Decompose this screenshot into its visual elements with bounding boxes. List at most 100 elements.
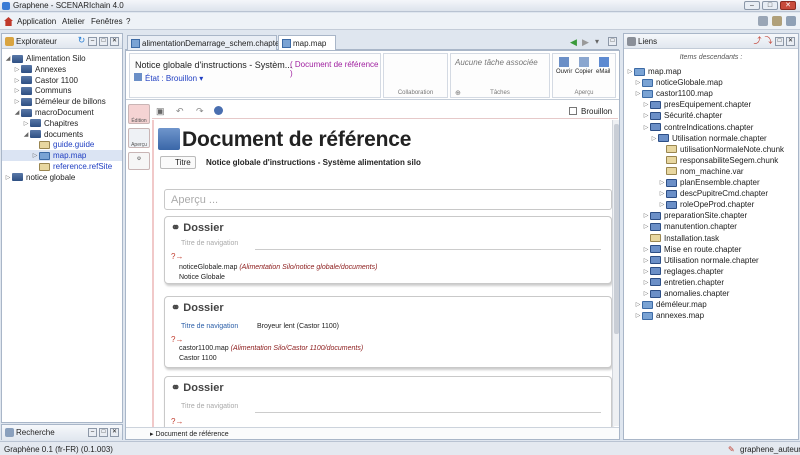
reference-link[interactable]: castor1100.map (Alimentation Silo/Castor… — [179, 345, 363, 352]
expand-toggle-icon[interactable]: ◢ — [13, 109, 21, 116]
link-in-icon[interactable]: ⤵ — [764, 37, 773, 46]
expand-toggle-icon[interactable]: ▷ — [634, 312, 642, 319]
links-item[interactable]: ▷ annexes.map — [634, 310, 704, 321]
expand-toggle-icon[interactable]: ▷ — [626, 68, 634, 75]
links-item[interactable]: ▷ map.map — [626, 66, 682, 77]
links-item[interactable]: ▷ castor1100.map — [634, 88, 713, 99]
expand-toggle-icon[interactable]: ▷ — [31, 152, 39, 159]
nav-title-value[interactable]: Broyeur lent (Castor 1100) — [257, 323, 339, 330]
home-icon[interactable] — [4, 17, 13, 26]
links-item[interactable]: ▷ déméleur.map — [634, 299, 707, 310]
explorer-item[interactable]: ▷ Chapitres — [22, 118, 79, 129]
maximize-button[interactable]: □ — [762, 1, 778, 10]
expand-toggle-icon[interactable]: ◢ — [22, 131, 30, 138]
links-item[interactable]: nom_machine.var — [658, 166, 744, 177]
panel-minimize-button[interactable]: – — [88, 37, 97, 46]
expand-toggle-icon[interactable]: ▷ — [658, 201, 666, 208]
expand-toggle-icon[interactable]: ▷ — [642, 257, 650, 264]
tab-alimentation-demarrage[interactable]: alimentationDemarrage_schem.chapter — [127, 35, 282, 50]
menu-application[interactable]: Application — [17, 17, 56, 26]
search-minimize-button[interactable]: – — [88, 428, 97, 437]
menu-fenetres[interactable]: Fenêtres — [91, 17, 123, 26]
explorer-item[interactable]: ◢ documents — [22, 129, 83, 140]
expand-toggle-icon[interactable]: ▷ — [642, 223, 650, 230]
explorer-item[interactable]: reference.refSite — [31, 161, 112, 172]
links-item[interactable]: ▷ noticeGlobale.map — [634, 77, 723, 88]
links-item[interactable]: Installation.task — [642, 233, 719, 244]
expand-toggle-icon[interactable]: ▷ — [634, 301, 642, 308]
settings-mode-button[interactable]: ⚙ — [128, 152, 150, 170]
expand-toggle-icon[interactable]: ▷ — [658, 190, 666, 197]
breadcrumb-item[interactable]: Document de référence — [155, 431, 228, 438]
explorer-item[interactable]: ▷ notice globale — [4, 172, 76, 183]
links-item[interactable]: ▷ planEnsemble.chapter — [658, 177, 760, 188]
open-button[interactable]: Ouvrir — [556, 69, 572, 75]
explorer-item[interactable]: ◢ Alimentation Silo — [4, 53, 86, 64]
back-arrow-icon[interactable]: ◀ — [570, 37, 577, 48]
minimize-button[interactable]: – — [744, 1, 760, 10]
expand-toggle-icon[interactable]: ▷ — [642, 268, 650, 275]
forward-arrow-icon[interactable]: ▶ — [582, 37, 589, 48]
apercu-field[interactable]: Aperçu ... — [164, 189, 612, 210]
explorer-item[interactable]: ▷ Déméleur de billons — [13, 96, 106, 107]
state-dropdown[interactable]: État : Brouillon ▾ — [145, 74, 203, 83]
expand-toggle-icon[interactable]: ▷ — [642, 246, 650, 253]
explorer-item[interactable]: ▷ Castor 1100 — [13, 75, 78, 86]
search-maximize-button[interactable]: □ — [99, 428, 108, 437]
email-icon[interactable] — [599, 57, 609, 67]
edition-mode-button[interactable]: Édition — [128, 104, 150, 124]
expand-toggle-icon[interactable]: ◢ — [4, 55, 12, 62]
scrollbar-thumb[interactable] — [614, 124, 619, 334]
expand-toggle-icon[interactable]: ▷ — [13, 66, 21, 73]
reference-link[interactable]: noticeGlobale.map (Alimentation Silo/not… — [179, 264, 377, 271]
settings-icon[interactable] — [758, 16, 768, 26]
nav-title-input[interactable] — [255, 412, 601, 413]
expand-toggle-icon[interactable]: ▷ — [642, 279, 650, 286]
links-item[interactable]: ▷ descPupitreCmd.chapter — [658, 188, 768, 199]
close-window-button[interactable]: ✕ — [780, 1, 796, 10]
expand-toggle-icon[interactable]: ▷ — [13, 87, 21, 94]
documents-icon[interactable] — [772, 16, 782, 26]
explorer-item[interactable]: guide.guide — [31, 139, 94, 150]
explorer-item[interactable]: ▷ Annexes — [13, 64, 66, 75]
save-icon[interactable]: ▣ — [156, 106, 165, 117]
tab-list-icon[interactable]: ▾ — [595, 37, 599, 46]
nav-title-input[interactable] — [255, 249, 601, 250]
explorer-item[interactable]: ▷ Communs — [13, 85, 72, 96]
titre-value[interactable]: Notice globale d'instructions - Système … — [206, 158, 421, 167]
links-close-button[interactable]: ✕ — [786, 37, 795, 46]
tab-map-map[interactable]: map.map — [278, 35, 336, 50]
editor-maximize-button[interactable]: □ — [608, 37, 617, 46]
expand-toggle-icon[interactable]: ▷ — [22, 120, 30, 127]
links-item[interactable]: ▷ reglages.chapter — [642, 266, 724, 277]
links-item[interactable]: ▷ entretien.chapter — [642, 277, 724, 288]
document-scrollbar[interactable] — [612, 120, 619, 426]
links-item[interactable]: ▷ anomalies.chapter — [642, 288, 730, 299]
expand-toggle-icon[interactable]: ▷ — [634, 90, 642, 97]
menu-atelier[interactable]: Atelier — [62, 17, 85, 26]
links-item[interactable]: ▷ manutention.chapter — [642, 221, 737, 232]
explorer-item[interactable]: ▷ map.map — [2, 150, 122, 162]
tools-icon[interactable] — [786, 16, 796, 26]
links-item[interactable]: responsabiliteSegem.chunk — [658, 155, 778, 166]
apercu-mode-button[interactable]: Aperçu — [128, 128, 150, 148]
expand-toggle-icon[interactable]: ▷ — [642, 101, 650, 108]
open-icon[interactable] — [559, 57, 569, 67]
links-item[interactable]: ▷ Utilisation normale.chapter — [642, 255, 759, 266]
expand-toggle-icon[interactable]: ▷ — [4, 174, 12, 181]
search-close-button[interactable]: ✕ — [110, 428, 119, 437]
menu-help[interactable]: ? — [126, 17, 130, 26]
links-item[interactable]: ▷ Mise en route.chapter — [642, 244, 742, 255]
panel-close-button[interactable]: ✕ — [110, 37, 119, 46]
undo-icon[interactable]: ↶ — [176, 106, 184, 117]
expand-toggle-icon[interactable]: ▷ — [658, 179, 666, 186]
panel-maximize-button[interactable]: □ — [99, 37, 108, 46]
link-out-icon[interactable]: ⤴ — [753, 37, 762, 46]
redo-icon[interactable]: ↷ — [196, 106, 204, 117]
email-button[interactable]: eMail — [596, 69, 610, 75]
expand-toggle-icon[interactable]: ▷ — [13, 98, 21, 105]
expand-toggle-icon[interactable]: ▷ — [642, 290, 650, 297]
links-maximize-button[interactable]: □ — [775, 37, 784, 46]
copy-button[interactable]: Copier — [575, 69, 593, 75]
expand-toggle-icon[interactable]: ▷ — [642, 124, 650, 131]
